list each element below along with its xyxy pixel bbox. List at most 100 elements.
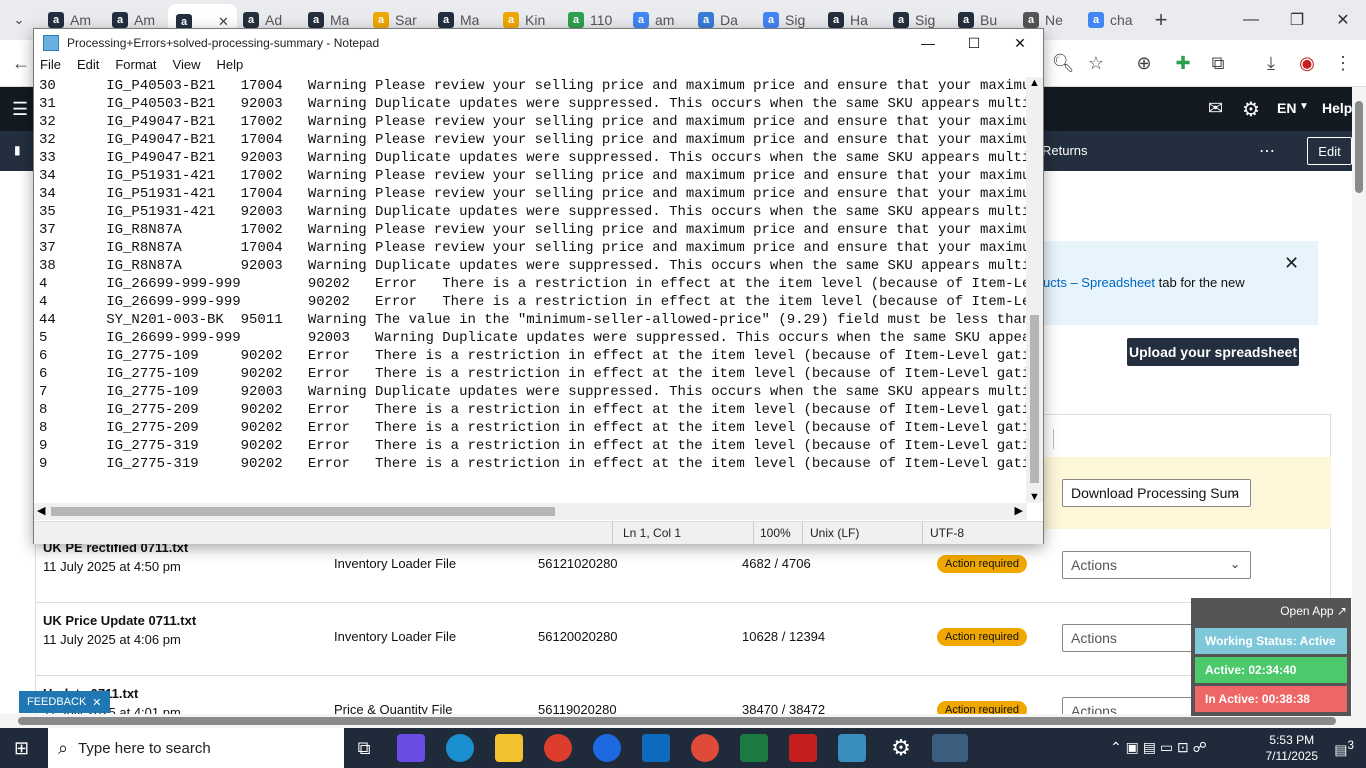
hamburger-menu-icon[interactable]: ☰: [12, 99, 28, 120]
mail-icon[interactable]: ✉: [1208, 98, 1223, 119]
settings-icon[interactable]: ⚙: [887, 734, 915, 762]
tab-label: am: [655, 12, 675, 28]
status-divider: [612, 522, 613, 544]
more-options-icon[interactable]: ⋯: [1259, 141, 1275, 161]
text-line: 4 IG_26699-999-999 90202 Error There is …: [39, 276, 1027, 292]
bookmark-icon[interactable]: ▮: [14, 143, 21, 157]
language-caret-icon: ▼: [1299, 101, 1309, 112]
scroll-up-icon[interactable]: ▲: [1029, 77, 1040, 89]
browser-close-icon[interactable]: ✕: [1320, 0, 1366, 40]
menu-format[interactable]: Format: [109, 57, 156, 77]
download-summary-dropdown[interactable]: Download Processing Sum ⌄: [1062, 479, 1251, 507]
page-scroll-thumb[interactable]: [1355, 101, 1363, 193]
tab-label: Bu: [980, 12, 998, 28]
notepad-close-icon[interactable]: ✕: [997, 29, 1043, 57]
scroll-left-icon[interactable]: ◀: [37, 504, 45, 517]
returns-link[interactable]: Returns: [1042, 143, 1088, 158]
extensions-puzzle-icon[interactable]: ⧉: [1205, 50, 1231, 76]
chrome-profile-icon[interactable]: [691, 734, 719, 762]
record-count: 10628 / 12394: [742, 629, 826, 644]
tab-favicon-icon: a: [243, 12, 259, 28]
page-vertical-scrollbar[interactable]: [1352, 87, 1366, 716]
edge-icon[interactable]: [446, 734, 474, 762]
notepad-text-area[interactable]: 30 IG_P40503-B21 17004 Warning Please re…: [34, 77, 1027, 503]
browser-minimize-icon[interactable]: —: [1228, 0, 1274, 40]
zoom-icon[interactable]: [593, 734, 621, 762]
settings-gear-icon[interactable]: ⚙: [1242, 97, 1260, 122]
file-explorer-icon[interactable]: [495, 734, 523, 762]
menu-view[interactable]: View: [167, 57, 201, 77]
windows-start-icon[interactable]: ⊞: [14, 738, 29, 759]
chrome-icon[interactable]: [544, 734, 572, 762]
extension-green-icon[interactable]: ✚: [1170, 50, 1196, 76]
tab-label: Am: [134, 12, 155, 28]
browser-restore-icon[interactable]: ❐: [1274, 0, 1320, 40]
file-name[interactable]: UK Price Update 0711.txt: [43, 613, 196, 628]
actions-label: Actions: [1071, 630, 1117, 646]
excel-icon[interactable]: [740, 734, 768, 762]
text-line: 6 IG_2775-109 90202 Error There is a res…: [39, 348, 1027, 364]
filezilla-icon[interactable]: [789, 734, 817, 762]
notepad-minimize-icon[interactable]: —: [905, 29, 951, 57]
tab-favicon-icon: a: [1088, 12, 1104, 28]
new-tab-plus-icon[interactable]: +: [1148, 7, 1174, 33]
edit-button[interactable]: Edit: [1307, 137, 1352, 165]
notification-icon[interactable]: ▤3: [1334, 739, 1354, 759]
open-app-link[interactable]: Open App ↗: [1280, 604, 1347, 618]
language-selector[interactable]: EN: [1277, 100, 1296, 116]
browser-menu-icon[interactable]: ⋮: [1330, 50, 1356, 76]
close-banner-icon[interactable]: ✕: [1284, 253, 1299, 274]
app-diamond-icon[interactable]: [838, 734, 866, 762]
download-icon[interactable]: ⤓: [1258, 50, 1284, 76]
page-horizontal-scrollbar[interactable]: [0, 714, 1366, 728]
scroll-down-icon[interactable]: ▼: [1029, 491, 1040, 503]
text-line: 37 IG_R8N87A 17004 Warning Please review…: [39, 240, 1027, 256]
upload-spreadsheet-button[interactable]: Upload your spreadsheet: [1127, 338, 1299, 366]
notepad-titlebar[interactable]: Processing+Errors+solved-processing-summ…: [34, 29, 1043, 57]
tab-favicon-icon: a: [1023, 12, 1039, 28]
menu-edit[interactable]: Edit: [71, 57, 99, 77]
task-view-icon[interactable]: ⧉: [350, 734, 378, 762]
tab-favicon-icon: a: [763, 12, 779, 28]
taskbar-clock[interactable]: 5:53 PM 7/11/2025: [1266, 732, 1319, 764]
system-tray-icons[interactable]: ⌃ ▣ ▤ ▭ ⊡ ☍: [1110, 739, 1207, 756]
tab-search-chevron-icon[interactable]: ⌄: [6, 7, 32, 33]
tab-label: Am: [70, 12, 91, 28]
spreadsheet-tab-link[interactable]: ucts – Spreadsheet: [1043, 275, 1155, 290]
menu-help[interactable]: Help: [210, 57, 243, 77]
bookmark-star-icon[interactable]: ☆: [1083, 50, 1109, 76]
notepad-vertical-scrollbar[interactable]: ▲ ▼: [1026, 77, 1043, 503]
zoom-magnifier-icon[interactable]: 🔍︎: [1050, 50, 1076, 76]
status-badge: Action required: [937, 555, 1027, 573]
page-hscroll-thumb[interactable]: [18, 717, 1336, 725]
actions-dropdown[interactable]: Actions ⌄: [1062, 551, 1251, 579]
scroll-right-icon[interactable]: ▶: [1015, 504, 1023, 517]
notepad-horizontal-scrollbar[interactable]: ◀ ▶: [34, 503, 1027, 520]
help-link[interactable]: Help: [1322, 100, 1352, 116]
highlighted-row: Download Processing Sum ⌄: [1043, 457, 1331, 529]
file-type: Inventory Loader File: [334, 629, 457, 644]
taskbar-search-box[interactable]: ⌕ Type here to search: [48, 728, 344, 768]
notepad-menubar: File Edit Format View Help: [34, 57, 1043, 77]
actions-label: Actions: [1071, 557, 1117, 573]
notepad-maximize-icon[interactable]: ☐: [951, 29, 997, 57]
file-date: 11 July 2025 at 4:50 pm: [43, 559, 181, 574]
browser-tab[interactable]: a cha: [1088, 8, 1133, 32]
outlook-icon[interactable]: [642, 734, 670, 762]
notepad-hscroll-thumb[interactable]: [51, 507, 555, 516]
text-line: 7 IG_2775-109 92003 Warning Duplicate up…: [39, 384, 1027, 400]
menu-file[interactable]: File: [34, 57, 61, 77]
tab-label: 110: [590, 12, 613, 28]
copilot-icon[interactable]: [397, 734, 425, 762]
feedback-tab[interactable]: FEEDBACK ✕: [19, 691, 110, 713]
profile-avatar-icon[interactable]: ◉: [1294, 50, 1320, 76]
clock-time: 5:53 PM: [1269, 733, 1315, 747]
notepad-taskbar-icon[interactable]: [932, 734, 968, 762]
active-timer: Active: 02:34:40: [1195, 657, 1347, 683]
translate-globe-icon[interactable]: ⊕: [1131, 50, 1157, 76]
notepad-vscroll-thumb[interactable]: [1030, 315, 1039, 483]
tab-label: cha: [1110, 12, 1133, 28]
back-arrow-icon[interactable]: ←: [8, 50, 34, 76]
tab-label: Kin: [525, 12, 546, 28]
feedback-close-icon[interactable]: ✕: [92, 696, 101, 709]
